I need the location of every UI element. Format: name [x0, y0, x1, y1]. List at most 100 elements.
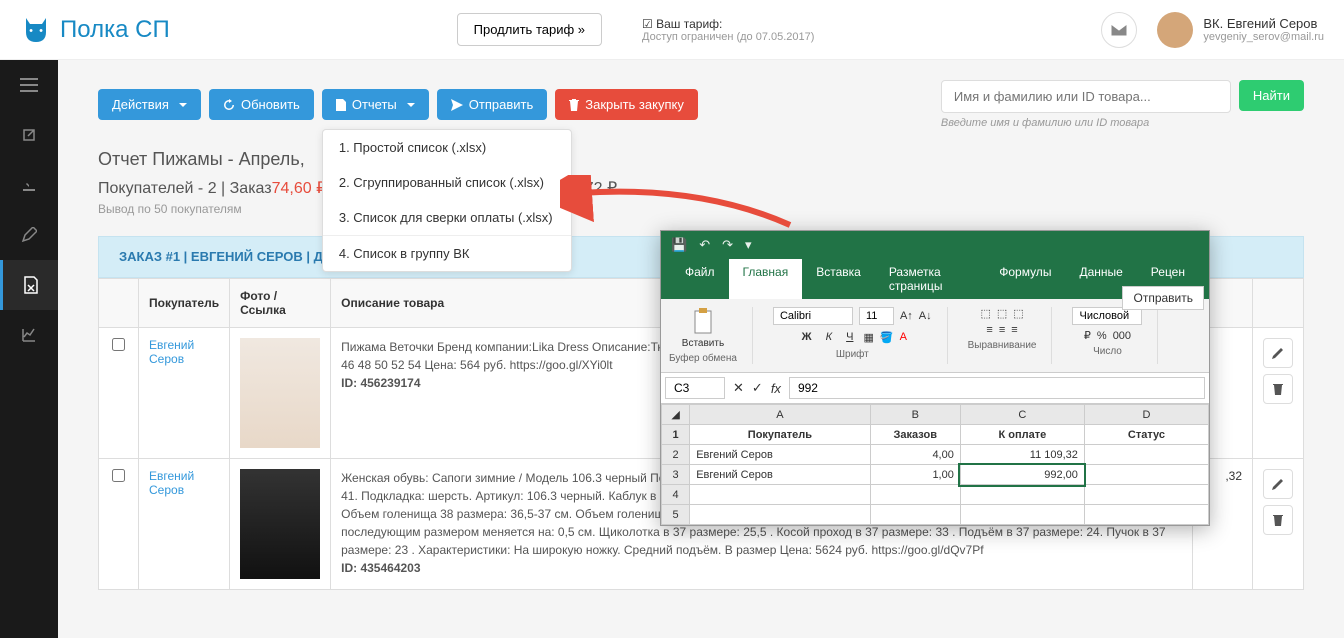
thousands-icon[interactable]: 000: [1113, 330, 1131, 342]
logo-text: Полка СП: [60, 16, 170, 44]
size-select[interactable]: [859, 307, 894, 325]
col-header-c[interactable]: C: [960, 405, 1084, 425]
underline-button[interactable]: Ч: [842, 329, 857, 345]
trash-icon: [1273, 514, 1283, 526]
document-icon: [336, 99, 346, 111]
product-image[interactable]: [240, 338, 320, 448]
paste-button[interactable]: Вставить: [682, 307, 724, 349]
dropdown-item-grouped[interactable]: 2. Сгруппированный список (.xlsx): [323, 165, 571, 200]
align-top-icon[interactable]: ⬚: [980, 307, 990, 320]
search-input[interactable]: [941, 80, 1231, 113]
formula-bar: ✕ ✓ fx: [661, 373, 1209, 404]
pencil-icon: [1272, 347, 1284, 359]
mail-icon: [1111, 24, 1127, 36]
reports-dropdown: 1. Простой список (.xlsx) 2. Сгруппирова…: [322, 129, 572, 272]
border-icon[interactable]: ▦: [863, 331, 873, 344]
user-block[interactable]: ВК. Евгений Серов yevgeniy_serov@mail.ru: [1157, 12, 1324, 48]
tab-formulas[interactable]: Формулы: [985, 259, 1065, 299]
font-color-icon[interactable]: A: [900, 331, 907, 343]
delete-row-button[interactable]: [1263, 374, 1293, 404]
sidebar: [0, 60, 58, 638]
italic-button[interactable]: К: [822, 329, 836, 345]
trash-icon: [569, 99, 579, 111]
fill-color-icon[interactable]: 🪣: [880, 331, 894, 344]
sidebar-menu-toggle[interactable]: [0, 60, 58, 110]
trash-icon: [1273, 383, 1283, 395]
find-button[interactable]: Найти: [1239, 80, 1304, 111]
excel-ribbon: Вставить Буфер обмена A↑ A↓ Ж К Ч ▦ 🪣 A …: [661, 299, 1209, 373]
chart-icon: [21, 327, 37, 343]
cat-logo-icon: [20, 14, 52, 46]
tab-layout[interactable]: Разметка страницы: [875, 259, 985, 299]
avatar: [1157, 12, 1193, 48]
mail-button[interactable]: [1101, 12, 1137, 48]
save-icon[interactable]: 💾: [671, 237, 687, 253]
extend-tariff-button[interactable]: Продлить тариф »: [457, 13, 602, 46]
col-header-a[interactable]: A: [690, 405, 870, 425]
delete-row-button[interactable]: [1263, 505, 1293, 535]
formula-input[interactable]: [789, 377, 1205, 399]
product-image[interactable]: [240, 469, 320, 579]
pencil-icon: [1272, 478, 1284, 490]
edit-row-button[interactable]: [1263, 469, 1293, 499]
buyer-link[interactable]: Евгений Серов: [149, 469, 194, 497]
tab-file[interactable]: Файл: [671, 259, 729, 299]
row-checkbox[interactable]: [112, 469, 125, 482]
cancel-icon[interactable]: ✕: [733, 380, 744, 396]
top-header: Полка СП Продлить тариф » ☑ Ваш тариф: Д…: [0, 0, 1344, 60]
align-center-icon[interactable]: ≡: [999, 324, 1005, 336]
fx-icon[interactable]: fx: [771, 381, 781, 396]
increase-font-icon[interactable]: A↑: [900, 310, 913, 322]
clipboard-icon: [691, 307, 715, 335]
redo-icon[interactable]: ↷: [722, 237, 733, 253]
undo-icon[interactable]: ↶: [699, 237, 710, 253]
tab-insert[interactable]: Вставка: [802, 259, 875, 299]
send-popup[interactable]: Отправить: [1122, 286, 1204, 310]
excel-window: 💾 ↶ ↷ ▾ Файл Главная Вставка Разметка ст…: [660, 230, 1210, 526]
report-title: Отчет Пижамы - Апрель,: [98, 149, 1304, 170]
select-all-corner[interactable]: ◢: [662, 405, 690, 425]
excel-titlebar[interactable]: 💾 ↶ ↷ ▾: [661, 231, 1209, 259]
actions-button[interactable]: Действия: [98, 89, 201, 120]
percent-icon[interactable]: %: [1097, 330, 1107, 342]
font-select[interactable]: [773, 307, 853, 325]
align-left-icon[interactable]: ≡: [986, 324, 992, 336]
col-header-d[interactable]: D: [1084, 405, 1208, 425]
refresh-button[interactable]: Обновить: [209, 89, 314, 120]
th-photo: Фото / Ссылка: [230, 279, 331, 328]
annotation-arrow: [560, 175, 800, 235]
align-bottom-icon[interactable]: ⬚: [1013, 307, 1023, 320]
logo[interactable]: Полка СП: [20, 14, 170, 46]
th-buyer: Покупатель: [139, 279, 230, 328]
dropdown-item-simple[interactable]: 1. Простой список (.xlsx): [323, 130, 571, 165]
sidebar-item-analytics[interactable]: [0, 310, 58, 360]
sidebar-item-edit[interactable]: [0, 210, 58, 260]
sidebar-item-external[interactable]: [0, 110, 58, 160]
sidebar-item-report[interactable]: [0, 260, 58, 310]
send-button[interactable]: Отправить: [437, 89, 547, 120]
decrease-font-icon[interactable]: A↓: [919, 310, 932, 322]
confirm-icon[interactable]: ✓: [752, 380, 763, 396]
file-x-icon: [23, 276, 39, 294]
close-purchase-button[interactable]: Закрыть закупку: [555, 89, 698, 120]
edit-row-button[interactable]: [1263, 338, 1293, 368]
external-link-icon: [21, 127, 37, 143]
bold-button[interactable]: Ж: [798, 329, 816, 345]
row-checkbox[interactable]: [112, 338, 125, 351]
dropdown-item-vk[interactable]: 4. Список в группу ВК: [323, 236, 571, 271]
buyer-link[interactable]: Евгений Серов: [149, 338, 194, 366]
tab-home[interactable]: Главная: [729, 259, 803, 299]
edit-icon: [21, 227, 37, 243]
align-right-icon[interactable]: ≡: [1011, 324, 1017, 336]
cell-reference[interactable]: [665, 377, 725, 399]
reports-button[interactable]: Отчеты: [322, 89, 429, 120]
sidebar-item-download[interactable]: [0, 160, 58, 210]
send-icon: [451, 99, 463, 111]
currency-icon[interactable]: ₽: [1084, 329, 1091, 342]
more-icon[interactable]: ▾: [745, 237, 752, 253]
dropdown-item-payment[interactable]: 3. Список для сверки оплаты (.xlsx): [323, 200, 571, 235]
align-middle-icon[interactable]: ⬚: [997, 307, 1007, 320]
hamburger-icon: [20, 78, 38, 92]
col-header-b[interactable]: B: [870, 405, 960, 425]
excel-grid[interactable]: ◢ A B C D 1 Покупатель Заказов К оплате …: [661, 404, 1209, 525]
